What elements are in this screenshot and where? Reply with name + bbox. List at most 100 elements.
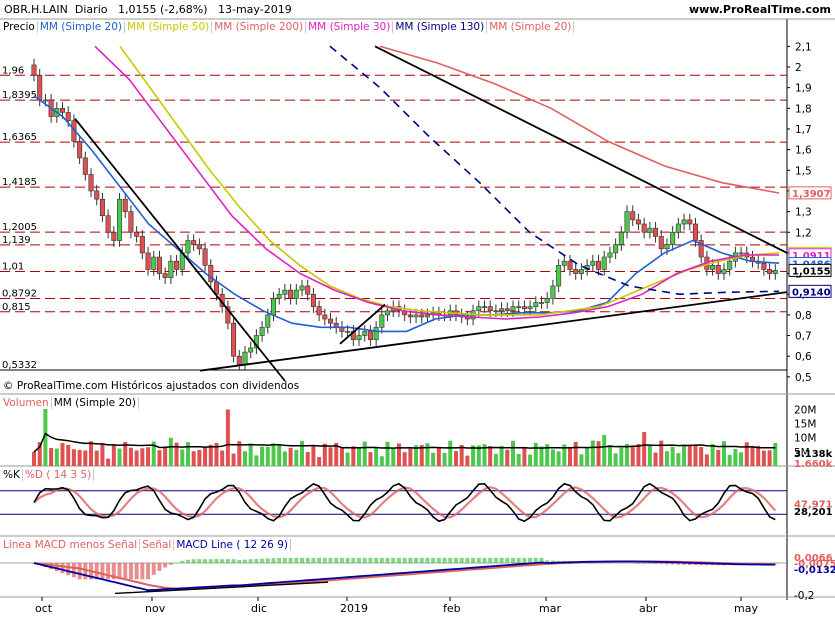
- level-label-6: 1,01: [2, 262, 24, 273]
- price-legend-3: MM (Simple 200): [212, 21, 307, 33]
- volume-ma-line: [33, 432, 776, 453]
- candle-body-6: [65, 112, 71, 122]
- macd-hist-bar-73: [448, 557, 453, 563]
- macd-hist-bar-84: [510, 557, 515, 563]
- volume-bar-101: [607, 445, 612, 466]
- macd-hist-bar-19: [140, 563, 145, 580]
- volume-bar-102: [613, 453, 618, 466]
- volume-bar-105: [630, 445, 635, 466]
- candle-body-21: [151, 256, 157, 270]
- volume-bar-41: [265, 446, 270, 466]
- macd-hist-bar-31: [208, 559, 213, 563]
- macd-hist-bar-52: [328, 557, 333, 563]
- macd-hist-bar-32: [214, 559, 219, 563]
- volume-bar-95: [573, 441, 578, 466]
- candle-body-67: [413, 314, 419, 318]
- candle-body-61: [379, 314, 385, 328]
- candle-body-82: [499, 308, 505, 312]
- macd-hist-bar-36: [237, 560, 242, 563]
- volume-bar-57: [357, 447, 362, 466]
- volume-bar-59: [368, 452, 373, 466]
- macd-hist-bar-110: [659, 563, 664, 565]
- volume-bar-64: [396, 443, 401, 466]
- month-label-6: abr: [639, 602, 658, 615]
- macd-hist-bar-29: [197, 559, 202, 563]
- stoch-d-line: [33, 486, 777, 519]
- volume-bar-125: [744, 442, 749, 466]
- volume-bar-111: [664, 451, 669, 466]
- candle-body-105: [630, 211, 636, 221]
- volume-tag-1: 1.660k: [794, 459, 833, 470]
- candle-body-10: [88, 174, 94, 192]
- volume-bar-116: [693, 445, 698, 466]
- price-legend-2: MM (Simple 50): [125, 21, 213, 33]
- volume-bar-100: [602, 434, 607, 466]
- price-tag-0: 1,3907: [792, 189, 831, 200]
- volume-bar-42: [271, 443, 276, 466]
- candle-body-121: [721, 269, 727, 274]
- level-label-7: 0,8792: [2, 289, 37, 300]
- candle-body-68: [419, 314, 425, 318]
- month-label-1: nov: [145, 602, 166, 615]
- candle-body-122: [727, 260, 733, 270]
- macd-hist-bar-8: [77, 563, 82, 580]
- candle-body-43: [276, 293, 282, 299]
- volume-bar-61: [379, 456, 384, 466]
- volume-bar-71: [436, 447, 441, 466]
- volume-bar-82: [499, 445, 504, 466]
- candle-body-128: [761, 262, 767, 270]
- volume-bar-97: [585, 448, 590, 466]
- volume-bar-98: [590, 440, 595, 466]
- macd-hist-bar-30: [203, 559, 208, 563]
- price-tick-label-14: 1,9: [795, 83, 812, 95]
- candle-body-40: [259, 326, 265, 336]
- volume-bar-74: [453, 451, 458, 466]
- candle-body-96: [578, 269, 584, 274]
- macd-hist-bar-87: [528, 557, 533, 563]
- ma-line-1: [119, 45, 780, 316]
- volume-bar-126: [750, 445, 755, 466]
- macd-hist-bar-79: [482, 557, 487, 563]
- macd-hist-bar-62: [385, 557, 390, 563]
- macd-hist-bar-83: [505, 557, 510, 563]
- candle-body-101: [607, 252, 613, 258]
- price-legend-1: MM (Simple 20): [37, 21, 126, 33]
- candle-body-41: [265, 314, 271, 328]
- volume-bar-85: [516, 453, 521, 466]
- macd-hist-bar-51: [322, 557, 327, 563]
- candle-body-91: [550, 285, 556, 299]
- candle-body-25: [174, 260, 180, 270]
- volume-bar-63: [391, 448, 396, 466]
- macd-hist-bar-67: [414, 557, 419, 563]
- volume-bar-8: [77, 449, 82, 466]
- volume-bar-43: [277, 445, 282, 466]
- macd-tick-label-0: -0,2: [794, 590, 815, 602]
- macd-hist-bar-46: [294, 557, 299, 563]
- volume-bar-5: [60, 442, 65, 466]
- volume-bar-122: [727, 454, 732, 466]
- candle-body-0: [31, 64, 37, 76]
- volume-bar-65: [402, 452, 407, 466]
- volume-bar-86: [522, 447, 527, 466]
- volume-bar-124: [739, 452, 744, 466]
- month-label-5: mar: [539, 602, 561, 615]
- level-label-9: 0,5332: [2, 360, 37, 371]
- candle-body-110: [658, 236, 664, 250]
- volume-bar-46: [294, 449, 299, 466]
- candle-body-89: [539, 302, 545, 304]
- candle-body-46: [293, 289, 299, 299]
- volume-bar-119: [710, 444, 715, 466]
- trendline-down-2: [374, 45, 788, 254]
- candle-body-83: [504, 308, 510, 312]
- candle-body-48: [305, 285, 311, 295]
- candle-body-18: [134, 231, 140, 237]
- macd-hist-bar-21: [151, 563, 156, 575]
- volume-bar-113: [676, 453, 681, 466]
- macd-hist-bar-107: [642, 563, 647, 564]
- volume-bar-55: [345, 452, 350, 466]
- candle-body-130: [772, 270, 778, 274]
- volume-bar-13: [106, 458, 111, 466]
- macd-hist-bar-80: [488, 557, 493, 563]
- candle-body-119: [710, 265, 716, 270]
- macd-hist-bar-105: [630, 562, 635, 564]
